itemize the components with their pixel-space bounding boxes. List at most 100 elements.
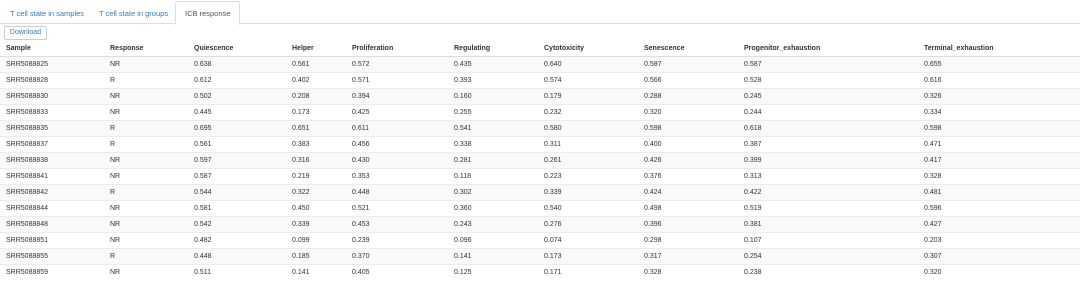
table-cell-terminal-exhaustion: 0.655 xyxy=(918,55,1080,72)
table-cell-response: NR xyxy=(104,199,188,216)
table-cell-response: NR xyxy=(104,231,188,248)
table-cell-helper: 0.141 xyxy=(286,263,346,280)
table-cell-sample: SRR5088859 xyxy=(0,263,104,280)
table-cell-cytotoxicity: 0.179 xyxy=(538,87,638,104)
table-cell-terminal-exhaustion: 0.481 xyxy=(918,183,1080,200)
table-cell-helper: 0.651 xyxy=(286,119,346,136)
table-cell-response: NR xyxy=(104,215,188,232)
tab-icb-response[interactable]: ICB response xyxy=(175,1,241,25)
table-cell-terminal-exhaustion: 0.417 xyxy=(918,151,1080,168)
table-body: SRR5088825 NR 0.638 0.561 0.572 0.435 0.640 0.5… xyxy=(0,55,1080,280)
table-cell-sample: SRR5088848 xyxy=(0,215,104,232)
table-cell-cytotoxicity: 0.339 xyxy=(538,183,638,200)
table-cell-response: NR xyxy=(104,167,188,184)
table-cell-response: NR xyxy=(104,87,188,104)
table-cell-terminal-exhaustion: 0.427 xyxy=(918,215,1080,232)
column-header-response[interactable]: Response xyxy=(104,41,188,57)
table-cell-senescence: 0.400 xyxy=(638,135,738,152)
table-cell-senescence: 0.376 xyxy=(638,167,738,184)
table-cell-cytotoxicity: 0.580 xyxy=(538,119,638,136)
table-cell-quiescence: 0.542 xyxy=(188,215,286,232)
table-cell-helper: 0.322 xyxy=(286,183,346,200)
table-cell-helper: 0.208 xyxy=(286,87,346,104)
table-cell-helper: 0.402 xyxy=(286,71,346,88)
table-cell-quiescence: 0.597 xyxy=(188,151,286,168)
table-cell-quiescence: 0.482 xyxy=(188,231,286,248)
table-cell-regulating: 0.393 xyxy=(448,71,538,88)
table-cell-senescence: 0.426 xyxy=(638,151,738,168)
column-header-helper[interactable]: Helper xyxy=(286,41,346,57)
table-row: SRR5088851 NR 0.482 0.099 0.239 0.096 0.074 0.2… xyxy=(0,231,1080,248)
tab-t-cell-state-in-samples[interactable]: T cell state in samples xyxy=(0,1,94,24)
column-header-proliferation[interactable]: Proliferation xyxy=(346,41,448,57)
table-cell-response: R xyxy=(104,71,188,88)
column-header-senescence[interactable]: Senescence xyxy=(638,41,738,57)
table-cell-proliferation: 0.456 xyxy=(346,135,448,152)
table-cell-regulating: 0.302 xyxy=(448,183,538,200)
table-cell-senescence: 0.424 xyxy=(638,183,738,200)
column-header-regulating[interactable]: Regulating xyxy=(448,41,538,57)
table-cell-regulating: 0.541 xyxy=(448,119,538,136)
table-cell-helper: 0.383 xyxy=(286,135,346,152)
table-cell-terminal-exhaustion: 0.471 xyxy=(918,135,1080,152)
table-cell-cytotoxicity: 0.173 xyxy=(538,247,638,264)
table-cell-regulating: 0.360 xyxy=(448,199,538,216)
table-row: SRR5088830 NR 0.502 0.208 0.394 0.160 0.179 0.2… xyxy=(0,87,1080,104)
table-cell-terminal-exhaustion: 0.334 xyxy=(918,103,1080,120)
table-cell-quiescence: 0.587 xyxy=(188,167,286,184)
table-cell-senescence: 0.598 xyxy=(638,119,738,136)
table-cell-progenitor-exhaustion: 0.254 xyxy=(738,247,918,264)
column-header-terminal-exhaustion[interactable]: Terminal_exhaustion xyxy=(918,41,1080,57)
table-cell-sample: SRR5088825 xyxy=(0,55,104,72)
table-cell-regulating: 0.243 xyxy=(448,215,538,232)
table-cell-proliferation: 0.448 xyxy=(346,183,448,200)
table-cell-senescence: 0.298 xyxy=(638,231,738,248)
table-cell-senescence: 0.320 xyxy=(638,103,738,120)
table-cell-sample: SRR5088851 xyxy=(0,231,104,248)
table-row: SRR5088848 NR 0.542 0.339 0.453 0.243 0.276 0.3… xyxy=(0,215,1080,232)
table-cell-sample: SRR5088838 xyxy=(0,151,104,168)
table-cell-progenitor-exhaustion: 0.587 xyxy=(738,55,918,72)
download-button[interactable]: Download xyxy=(4,26,47,40)
table-cell-cytotoxicity: 0.640 xyxy=(538,55,638,72)
table-cell-senescence: 0.566 xyxy=(638,71,738,88)
table-cell-proliferation: 0.425 xyxy=(346,103,448,120)
table-cell-helper: 0.173 xyxy=(286,103,346,120)
table-cell-regulating: 0.281 xyxy=(448,151,538,168)
table-cell-progenitor-exhaustion: 0.528 xyxy=(738,71,918,88)
table-cell-helper: 0.339 xyxy=(286,215,346,232)
table-cell-cytotoxicity: 0.074 xyxy=(538,231,638,248)
table-cell-response: NR xyxy=(104,55,188,72)
table-cell-quiescence: 0.581 xyxy=(188,199,286,216)
table-cell-helper: 0.185 xyxy=(286,247,346,264)
table-cell-progenitor-exhaustion: 0.238 xyxy=(738,263,918,280)
icb-response-table: Sample Response Quiescence Helper Proliferat… xyxy=(0,41,1080,280)
column-header-cytotoxicity[interactable]: Cytotoxicity xyxy=(538,41,638,57)
table-row: SRR5088837 R 0.561 0.383 0.456 0.338 0.311 0.40… xyxy=(0,135,1080,152)
table-cell-progenitor-exhaustion: 0.245 xyxy=(738,87,918,104)
table-cell-regulating: 0.435 xyxy=(448,55,538,72)
tab-t-cell-state-in-groups[interactable]: T cell state in groups xyxy=(89,1,178,24)
table-cell-senescence: 0.317 xyxy=(638,247,738,264)
table-cell-response: NR xyxy=(104,263,188,280)
table-cell-sample: SRR5088833 xyxy=(0,103,104,120)
column-header-sample[interactable]: Sample xyxy=(0,41,104,57)
table-cell-helper: 0.450 xyxy=(286,199,346,216)
table-cell-proliferation: 0.353 xyxy=(346,167,448,184)
table-cell-proliferation: 0.453 xyxy=(346,215,448,232)
table-cell-quiescence: 0.612 xyxy=(188,71,286,88)
table-cell-quiescence: 0.445 xyxy=(188,103,286,120)
table-cell-sample: SRR5088830 xyxy=(0,87,104,104)
table-cell-senescence: 0.498 xyxy=(638,199,738,216)
table-cell-quiescence: 0.544 xyxy=(188,183,286,200)
column-header-quiescence[interactable]: Quiescence xyxy=(188,41,286,57)
table-cell-sample: SRR5088828 xyxy=(0,71,104,88)
table-cell-response: R xyxy=(104,247,188,264)
table-cell-terminal-exhaustion: 0.598 xyxy=(918,119,1080,136)
table-cell-progenitor-exhaustion: 0.381 xyxy=(738,215,918,232)
table-row: SRR5088859 NR 0.511 0.141 0.405 0.125 0.171 0.3… xyxy=(0,263,1080,280)
table-cell-cytotoxicity: 0.223 xyxy=(538,167,638,184)
column-header-progenitor-exhaustion[interactable]: Progenitor_exhaustion xyxy=(738,41,918,57)
table-row: SRR5088844 NR 0.581 0.450 0.521 0.360 0.540 0.4… xyxy=(0,199,1080,216)
table-cell-sample: SRR5088837 xyxy=(0,135,104,152)
